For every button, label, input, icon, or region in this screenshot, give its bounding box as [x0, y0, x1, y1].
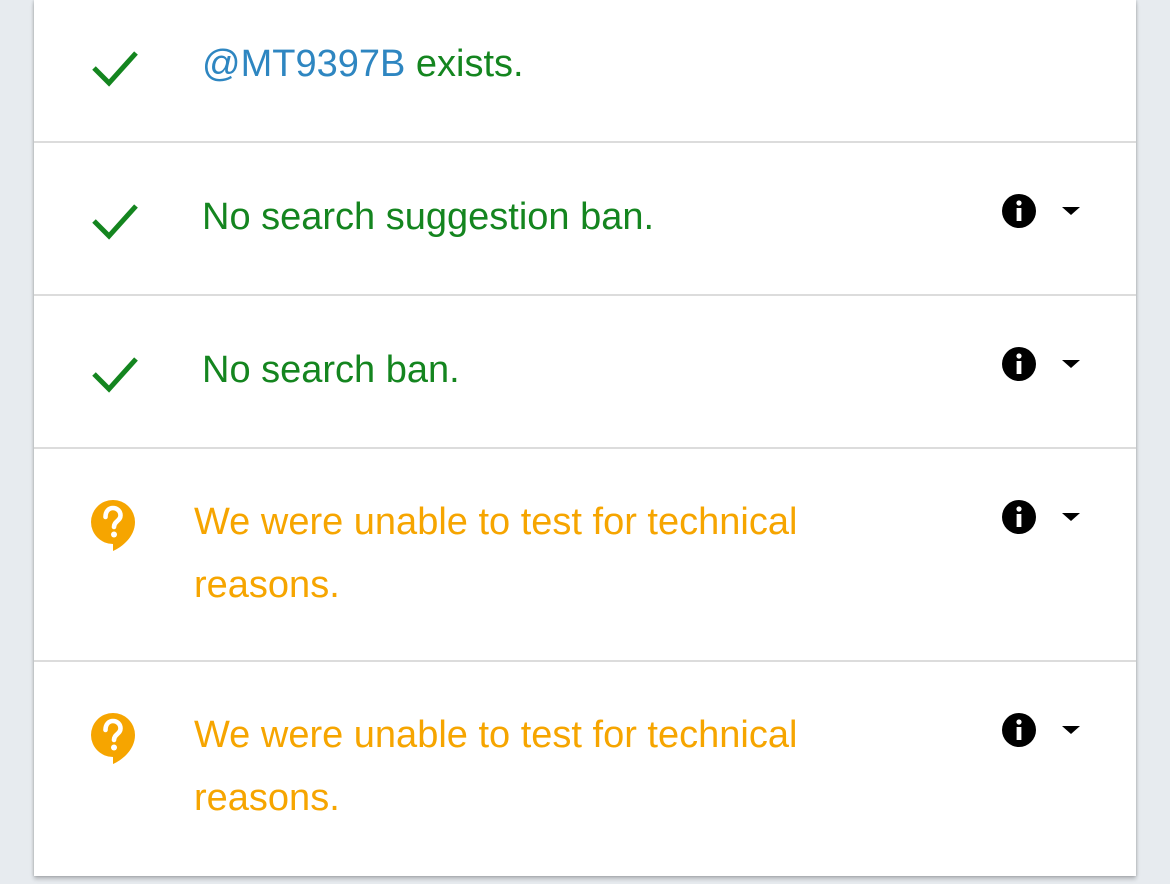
result-text: exists. [405, 43, 524, 85]
info-icon[interactable] [1000, 192, 1038, 230]
result-row-exists: @MT9397B exists. [34, 0, 1136, 143]
result-text-line: We were unable to test for technical [194, 501, 798, 543]
check-icon [88, 346, 142, 400]
result-row-ghost-ban: We were unable to test for technical rea… [34, 449, 1136, 662]
result-row-search-ban: No search ban. [34, 296, 1136, 449]
result-message: @MT9397B exists. [202, 33, 524, 96]
chevron-down-icon[interactable] [1060, 204, 1082, 218]
result-text: No search suggestion ban. [202, 196, 655, 238]
chevron-down-icon[interactable] [1060, 357, 1082, 371]
info-icon[interactable] [1000, 498, 1038, 536]
info-icon[interactable] [1000, 345, 1038, 383]
result-text: No search ban. [202, 349, 460, 391]
result-text-line: reasons. [194, 564, 340, 606]
question-bubble-icon [86, 710, 140, 764]
results-card: @MT9397B exists. No search suggestion ba… [34, 0, 1136, 876]
account-handle-link[interactable]: @MT9397B [202, 43, 405, 85]
result-row-reply-deboosting: We were unable to test for technical rea… [34, 662, 1136, 876]
result-text: We were unable to test for technical rea… [194, 704, 797, 830]
info-icon[interactable] [1000, 711, 1038, 749]
check-icon [88, 40, 142, 94]
question-bubble-icon [86, 497, 140, 551]
chevron-down-icon[interactable] [1060, 723, 1082, 737]
result-text: We were unable to test for technical rea… [194, 491, 797, 617]
result-text-line: reasons. [194, 777, 340, 819]
result-text-line: We were unable to test for technical [194, 714, 798, 756]
result-row-search-suggestion-ban: No search suggestion ban. [34, 143, 1136, 296]
check-icon [88, 193, 142, 247]
chevron-down-icon[interactable] [1060, 510, 1082, 524]
